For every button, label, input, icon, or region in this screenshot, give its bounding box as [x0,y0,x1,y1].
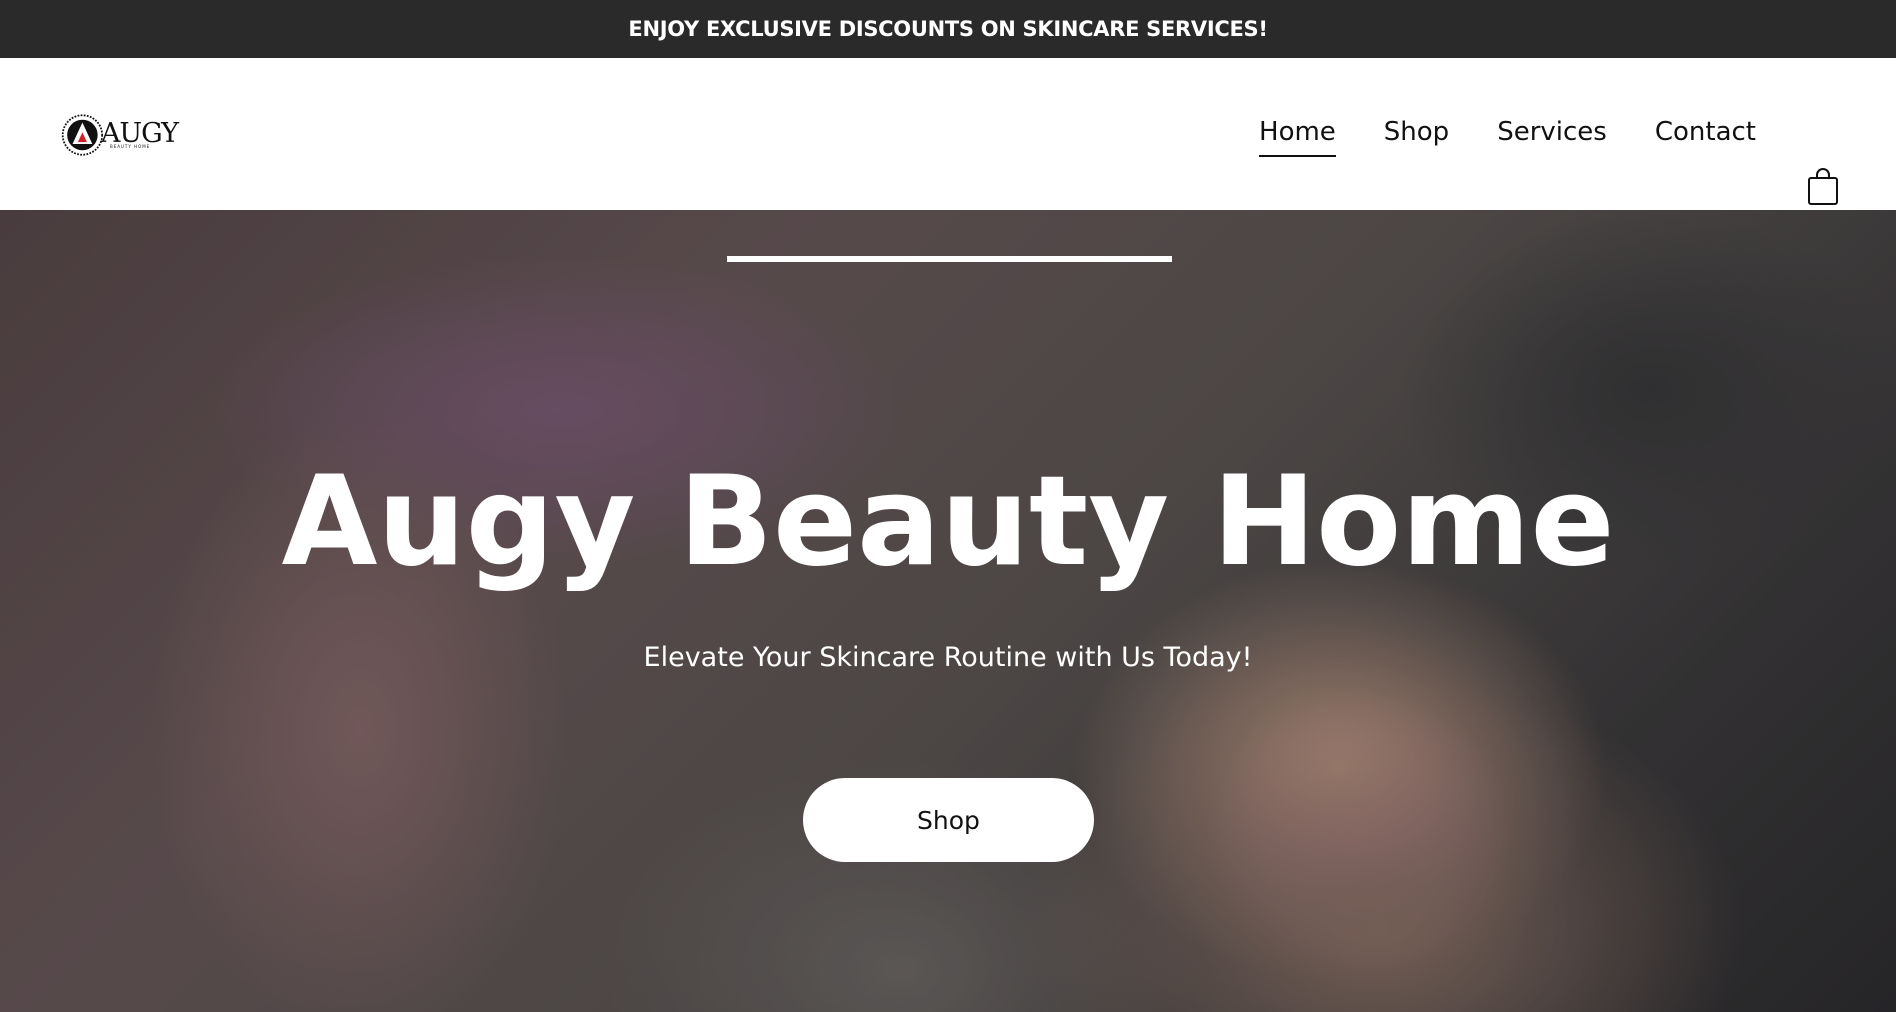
hero-banner: Augy Beauty Home Elevate Your Skincare R… [0,210,1896,1012]
main-nav: Home Shop Services Contact [1259,58,1756,210]
logo-tagline: BEAUTY HOME [110,144,151,149]
hero-divider [727,256,1172,262]
hero-title: Augy Beauty Home [281,450,1615,594]
logo-emblem-icon [61,114,104,156]
hero-subtitle: Elevate Your Skincare Routine with Us To… [643,642,1253,673]
nav-link-services[interactable]: Services [1497,117,1607,151]
shop-button[interactable]: Shop [803,778,1094,862]
nav-link-shop[interactable]: Shop [1384,117,1449,151]
site-logo[interactable]: AUGY BEAUTY HOME [60,106,179,164]
nav-link-contact[interactable]: Contact [1655,117,1756,151]
nav-link-home[interactable]: Home [1259,117,1336,157]
announcement-text: ENJOY EXCLUSIVE DISCOUNTS ON SKINCARE SE… [628,17,1268,41]
site-header: AUGY BEAUTY HOME Home Shop Services Cont… [0,58,1896,210]
shopping-bag-icon[interactable] [1806,168,1840,206]
announcement-bar: ENJOY EXCLUSIVE DISCOUNTS ON SKINCARE SE… [0,0,1896,58]
